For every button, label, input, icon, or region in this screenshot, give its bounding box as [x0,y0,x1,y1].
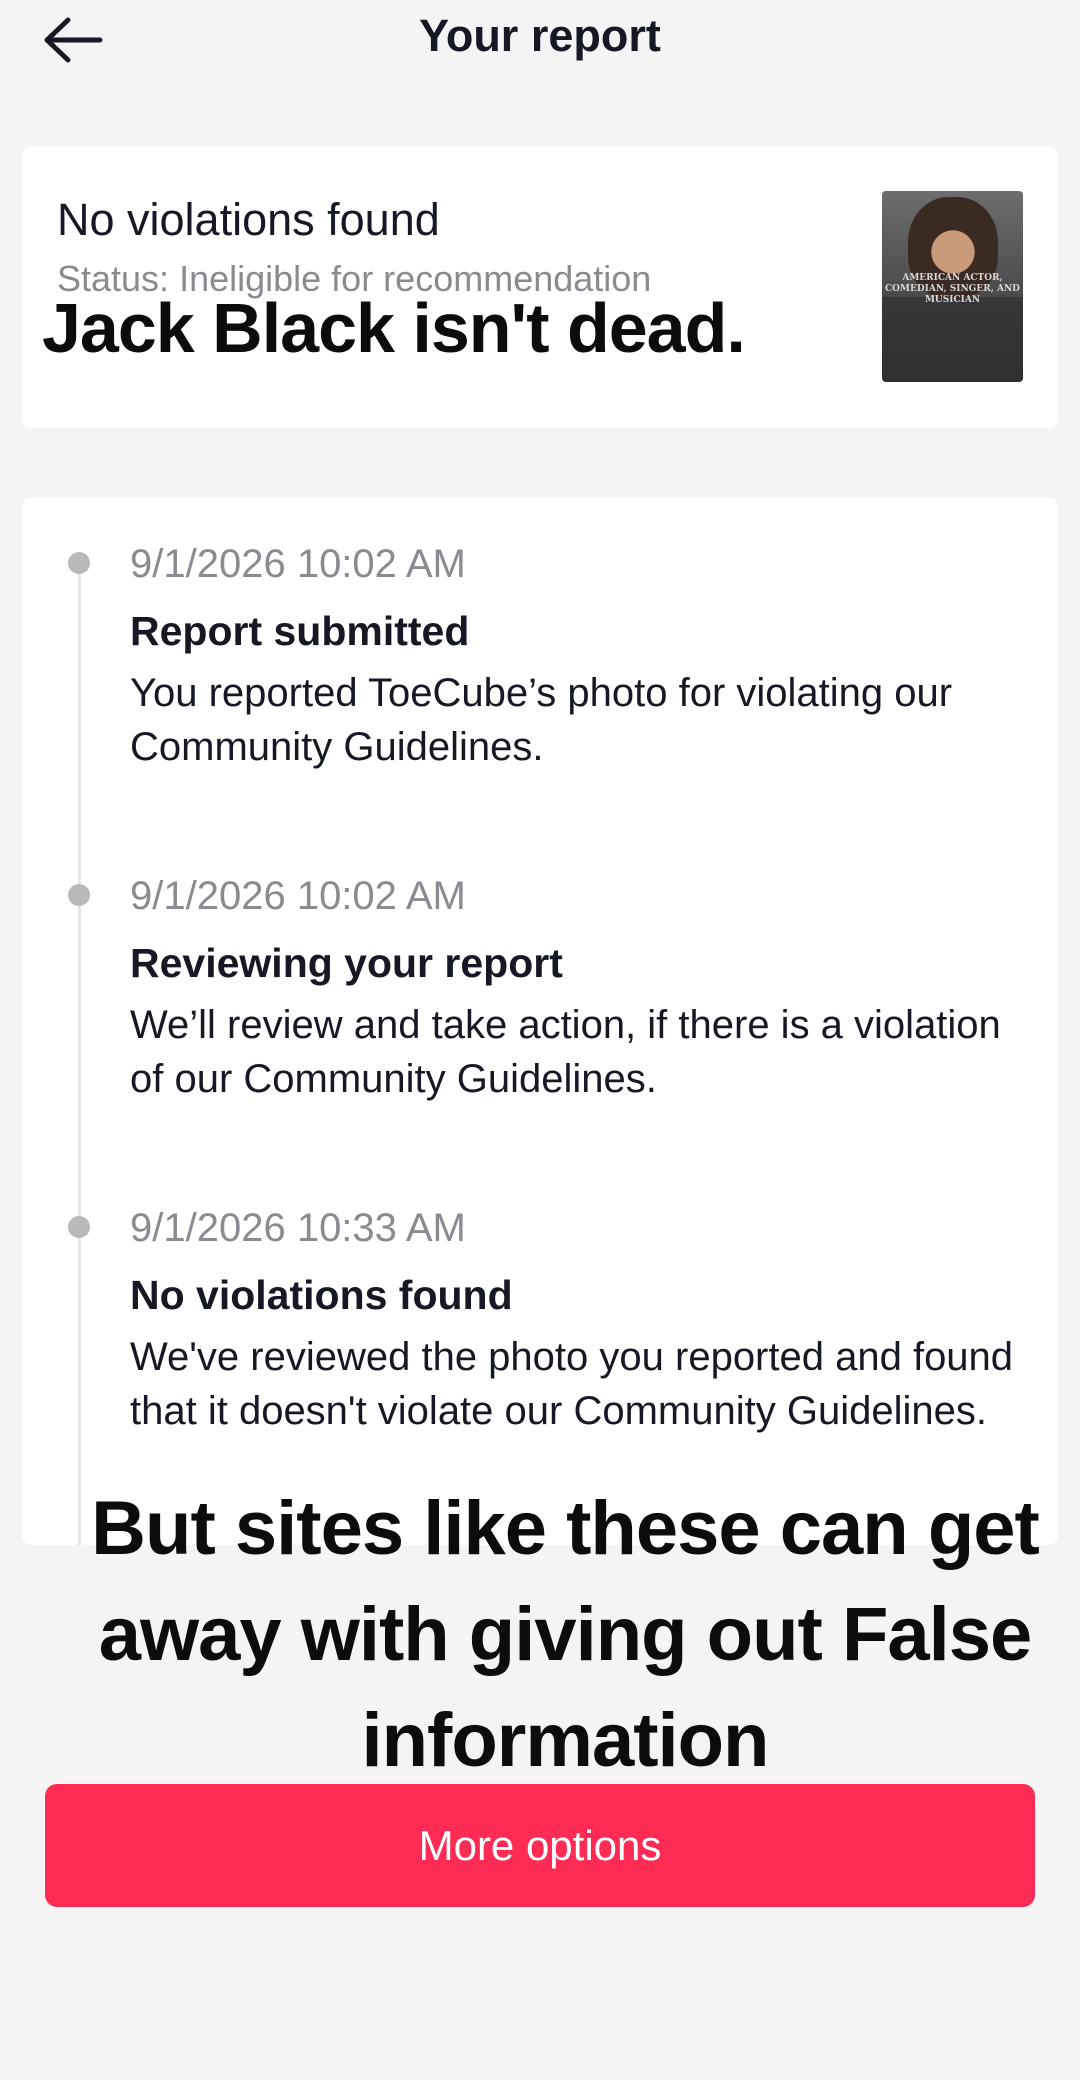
summary-title: No violations found [57,194,440,245]
timeline-card: 9/1/2026 10:02 AM Report submitted You r… [22,497,1058,1545]
timeline-heading: No violations found [130,1272,513,1318]
timeline-time: 9/1/2026 10:02 AM [130,874,466,918]
header: Your report [0,0,1080,90]
timeline-dot [68,1216,90,1238]
overlay-caption-top: Jack Black isn't dead. [42,289,746,367]
report-summary-card: No violations found Status: Ineligible f… [22,146,1058,428]
timeline-body: You reported ToeCube’s photo for violati… [130,671,953,769]
timeline-line [78,563,81,1545]
page-title: Your report [419,10,661,61]
thumbnail-shade [882,297,1023,382]
timeline-body: We've reviewed the photo you reported an… [130,1335,1014,1433]
thumbnail-text: AMERICAN ACTOR, COMEDIAN, SINGER, AND MU… [885,273,1020,305]
timeline-body: We’ll review and take action, if there i… [130,1003,1001,1101]
timeline-time: 9/1/2026 10:33 AM [130,1206,466,1250]
timeline-dot [68,884,90,906]
timeline-time: 9/1/2026 10:02 AM [130,542,466,586]
report-screen: Your report No violations found Status: … [0,0,1080,2080]
reported-photo-thumbnail[interactable]: AMERICAN ACTOR, COMEDIAN, SINGER, AND MU… [882,191,1023,382]
more-options-button[interactable]: More options [45,1784,1035,1907]
timeline-heading: Report submitted [130,608,470,654]
timeline-heading: Reviewing your report [130,940,563,986]
timeline-dot [68,552,90,574]
overlay-caption-bottom: But sites like these can get away with g… [91,1486,1040,1783]
